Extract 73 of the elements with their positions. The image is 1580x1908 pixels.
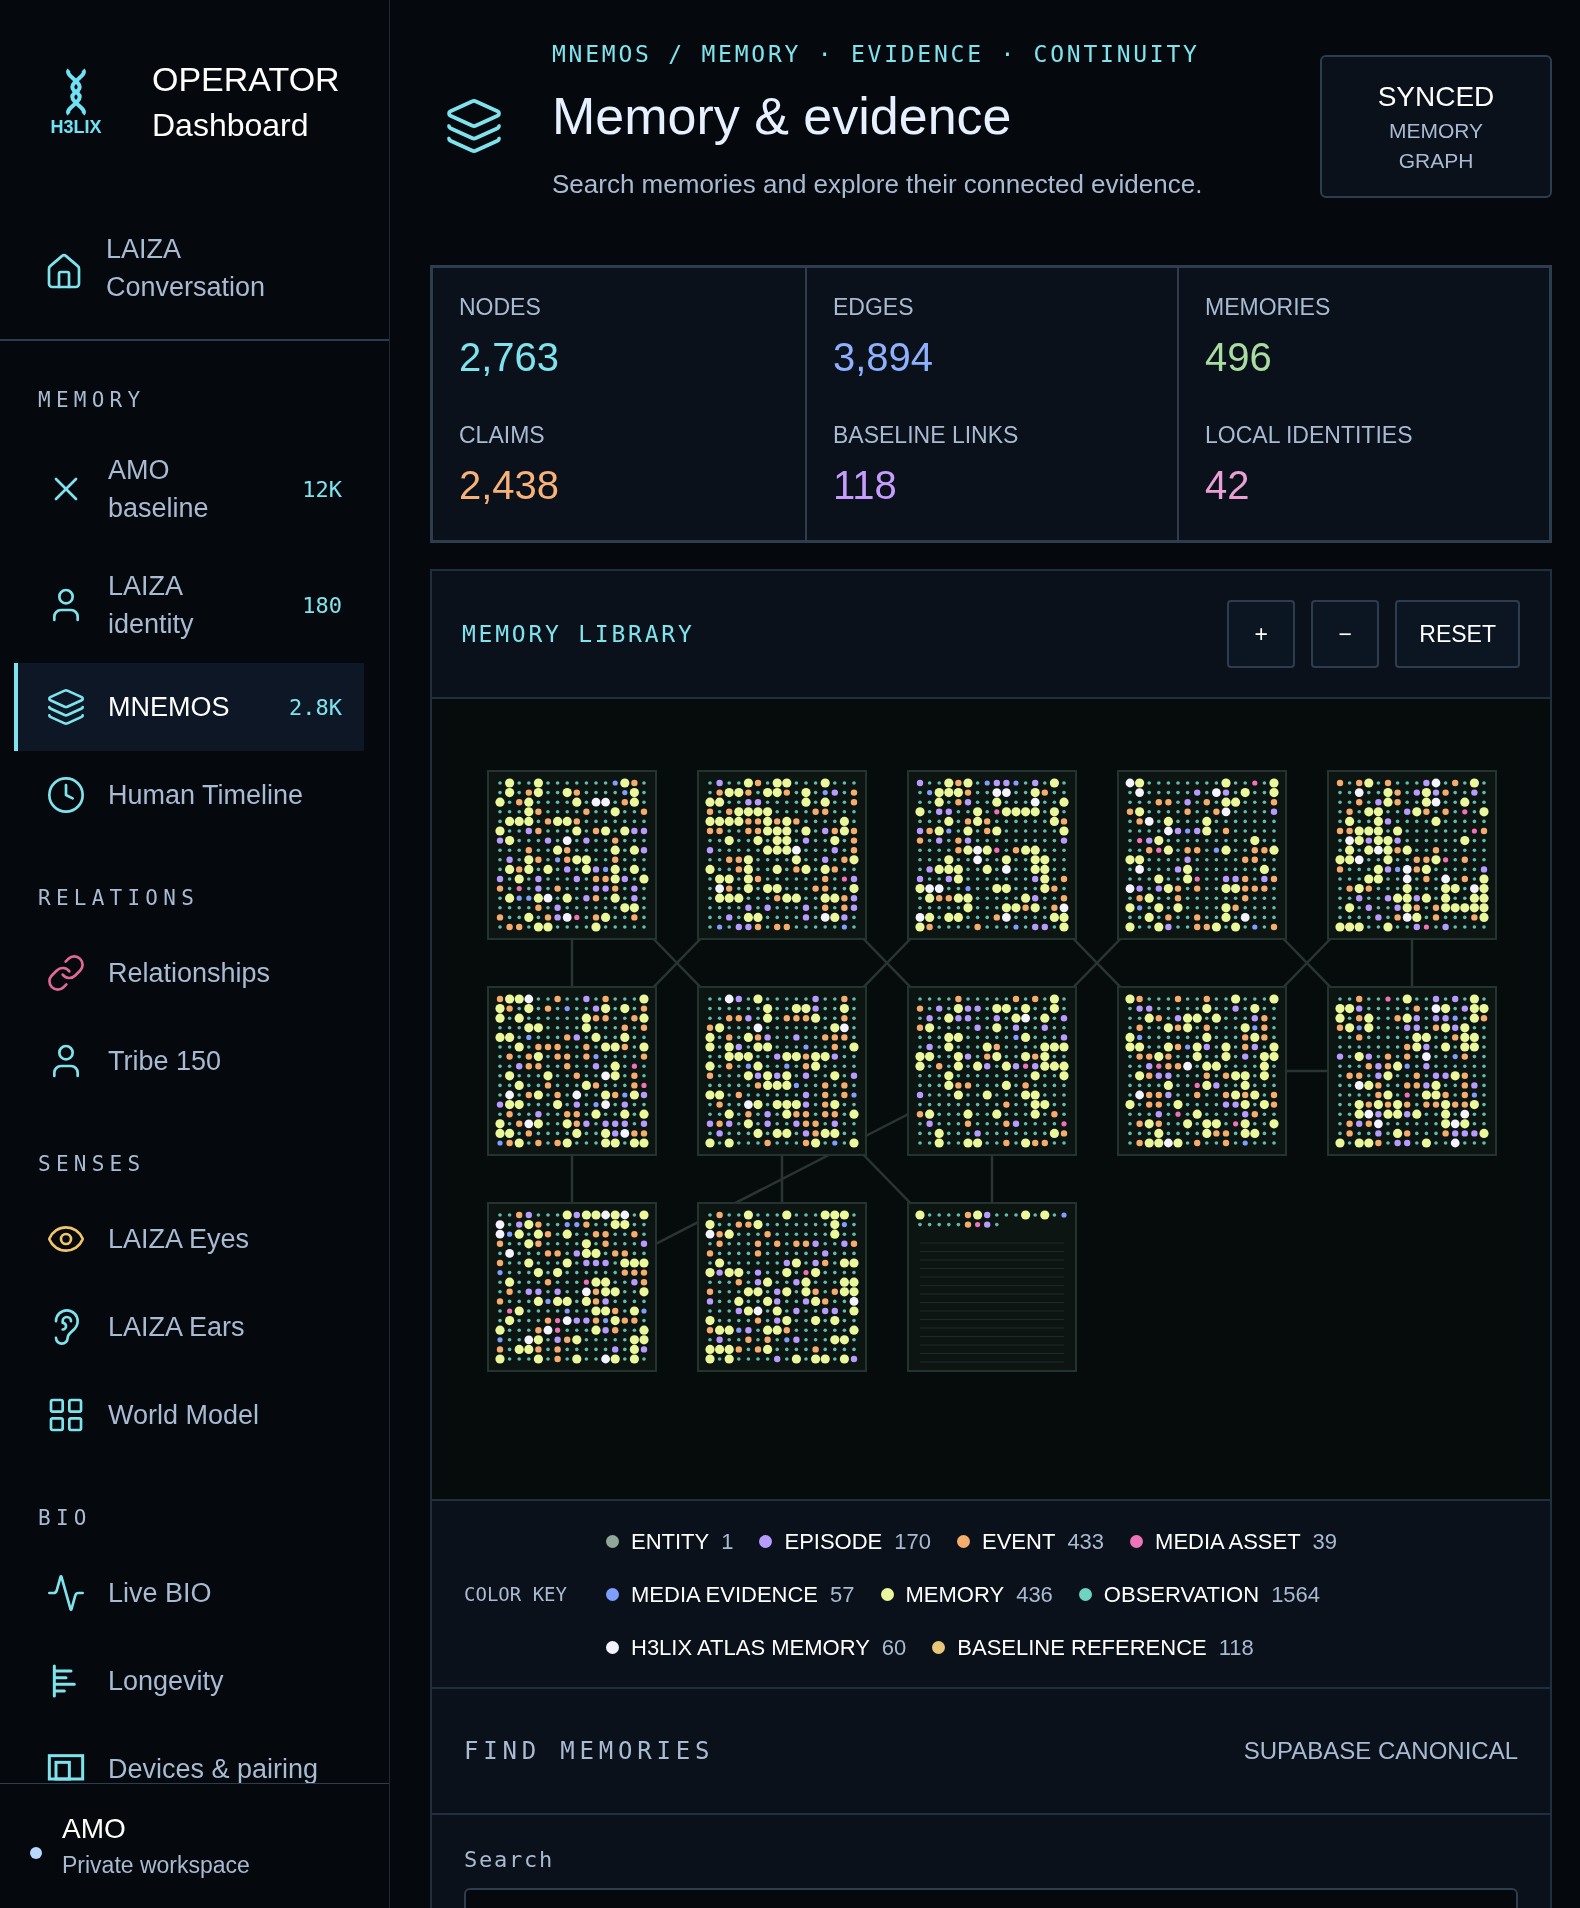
legend-count: 118 [1218,1633,1254,1662]
legend-name: BASELINE REFERENCE [957,1633,1207,1662]
nav-item[interactable]: MNEMOS 2.8K [14,663,364,751]
reset-button[interactable]: RESET [1395,600,1520,668]
stat-value: 3,894 [833,334,935,381]
legend-name: MEDIA ASSET [1155,1527,1301,1556]
pulse-icon [46,1573,86,1613]
nav-item[interactable]: Human Timeline [14,751,364,839]
legend-name: MEMORY [905,1580,1005,1609]
layers-icon [46,687,86,727]
nav-item[interactable]: World Model [14,1371,364,1459]
count-label: 12K [302,475,342,504]
nav-item[interactable]: Devices & pairing [14,1725,364,1783]
find-title: FIND MEMORIES [464,1736,716,1767]
legend-name: H3LIX ATLAS MEMORY [631,1633,870,1662]
link-icon [46,953,86,993]
breadcrumb: MNEMOS / MEMORY · EVIDENCE · CONTINUITY [552,40,1201,69]
library-title: MEMORY LIBRARY [462,619,696,649]
legend-count: 57 [830,1580,855,1609]
source-label: SUPABASE CANONICAL [1243,1736,1518,1766]
nav-item[interactable]: Longevity [14,1637,364,1725]
legend-count: 170 [894,1527,931,1556]
zoom-in-button[interactable]: + [1227,600,1296,668]
legend-name: EPISODE [784,1527,883,1556]
nav-item[interactable]: Relationships [14,929,364,1017]
stat-value: 496 [1205,334,1273,381]
legend-count: 433 [1067,1527,1105,1556]
legend-name: ENTITY [631,1527,710,1556]
app-title: OPERATOR [152,59,340,100]
legend-count: 1 [721,1527,734,1556]
nav-item[interactable]: AMO baseline 12K [14,431,364,547]
legend-name: EVENT [982,1527,1056,1556]
app-subtitle: Dashboard [152,106,310,145]
zoom-out-button[interactable]: − [1311,600,1380,668]
legend-name: MEDIA EVIDENCE [631,1580,819,1609]
status-title: SYNCED [1377,79,1495,114]
count-label: 2.8K [289,693,342,722]
stat-value: 42 [1205,462,1251,509]
nav-item[interactable]: LAIZA identity 180 [14,547,364,663]
stat-label: CLAIMS [459,421,546,450]
stat-label: MEMORIES [1205,293,1332,322]
legend-count: 436 [1016,1580,1053,1609]
nav-item[interactable]: LAIZA Ears [14,1283,364,1371]
legend-count: 39 [1312,1527,1338,1556]
nav-item[interactable]: LAIZA Eyes [14,1195,364,1283]
page-title: Memory & evidence [552,86,1013,147]
layers-icon [444,96,504,156]
section-heading: BIO [37,1505,93,1531]
user-name: AMO [62,1812,127,1846]
stat-value: 2,438 [459,462,561,509]
stat-label: BASELINE LINKS [833,421,1020,450]
stat-label: EDGES [833,293,915,322]
clock-icon [46,775,86,815]
section-heading: MEMORY [37,387,147,413]
nav-item[interactable]: Tribe 150 [14,1017,364,1105]
legend-count: 60 [881,1633,907,1662]
legend-name: OBSERVATION [1103,1580,1260,1609]
stat-label: LOCAL IDENTITIES [1205,421,1414,450]
workspace-label: Private workspace [62,1851,250,1880]
logo-text: H3LIX [50,118,102,136]
status-caption: MEMORY GRAPH [1387,117,1485,174]
stat-value: 118 [833,462,898,509]
nav-item[interactable]: Live BIO [14,1549,364,1637]
legend-count: 1564 [1271,1580,1321,1609]
legend-label: COLOR KEY [464,1581,568,1607]
stat-value: 2,763 [459,334,561,381]
count-label: 180 [302,591,342,620]
section-heading: SENSES [37,1151,147,1177]
section-heading: RELATIONS [37,885,201,911]
stat-label: NODES [459,293,542,322]
search-label: Search [464,1846,556,1874]
nav-item[interactable]: LAIZA Conversation [106,230,306,306]
page-subtitle: Search memories and explore their connected evidence. [552,168,1204,201]
